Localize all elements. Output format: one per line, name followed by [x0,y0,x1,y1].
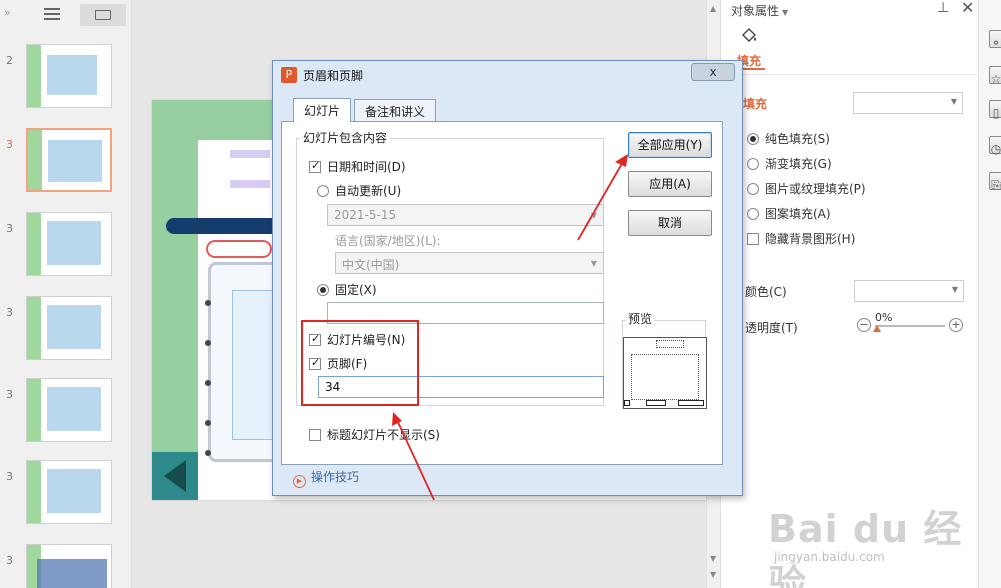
radio-gradient-fill[interactable]: 渐变填充(G) [747,155,832,173]
dialog-titlebar[interactable]: P 页眉和页脚 x [273,61,742,89]
transparency-slider[interactable] [875,325,945,327]
app-logo-icon: P [281,67,297,83]
radio-solid-fill[interactable]: 纯色填充(S) [747,130,830,148]
previous-arrow-shape [164,460,186,492]
chevron-down-icon: ▼ [950,97,957,106]
apply-button[interactable]: 应用(A) [628,171,712,197]
slide-thumbnail[interactable]: 3 [0,460,132,532]
color-select[interactable]: ▼ [854,280,964,302]
panel-title[interactable]: 对象属性 ▼ [731,2,788,19]
next-page-icon[interactable]: ▼ [710,570,716,579]
color-label: 颜色(C) [745,285,787,299]
highlight-box [301,320,419,406]
tab-notes-handouts[interactable]: 备注和讲义 [354,99,437,121]
share-icon[interactable]: ⎘ [989,172,1001,192]
close-icon[interactable]: ✕ [961,0,974,17]
language-select[interactable]: 中文(中国) ▼ [335,252,604,274]
thumbnail-view-button[interactable] [80,4,126,26]
slide-thumbnail[interactable]: 2 [0,44,132,116]
header-footer-dialog: P 页眉和页脚 x 幻灯片 备注和讲义 幻灯片包含内容 日期和时间(D) 自动更… [272,60,743,496]
slide-thumbnail-pane: » 2 3 3 3 3 3 3 [0,0,132,588]
slide-number: 3 [6,470,13,483]
thumbnail-view-icon [95,10,111,20]
fill-section-title: 填充 [743,97,768,111]
dialog-body: 幻灯片 备注和讲义 幻灯片包含内容 日期和时间(D) 自动更新(U) 2021-… [281,93,734,489]
preview-page [623,337,707,409]
slide-thumbnail-image [26,544,112,588]
slide-thumbnail[interactable]: 3 [0,296,132,368]
watermark-logo: Bai du 经验 [768,507,963,588]
slide-number: 3 [6,554,13,567]
cancel-button[interactable]: 取消 [628,210,712,236]
scroll-up-icon[interactable]: ▲ [710,4,716,13]
collapse-pane-icon[interactable]: » [4,6,11,19]
chevron-down-icon: ▼ [590,259,597,268]
slide-thumbnail-image [26,378,112,442]
hide-on-title-slide-checkbox[interactable]: 标题幻灯片不显示(S) [309,426,440,443]
close-button[interactable]: x [691,63,735,81]
properties-icon[interactable]: ⚬ [989,30,1001,50]
transparency-value: 0% [875,311,893,324]
radio-picture-fill[interactable]: 图片或纹理填充(P) [747,180,866,198]
slide-number: 3 [6,138,13,151]
tab-panel: 幻灯片包含内容 日期和时间(D) 自动更新(U) 2021-5-15▼ 语言(国… [281,121,723,465]
auto-update-radio[interactable]: 自动更新(U) [317,182,401,199]
date-format-select[interactable]: 2021-5-15 ▼ [327,204,604,226]
dialog-title: 页眉和页脚 [303,69,364,83]
slide-thumbnail[interactable]: 3 [0,378,132,450]
slide-thumbnail[interactable]: 3 [0,212,132,284]
apply-all-button[interactable]: 全部应用(Y) [628,132,712,158]
tips-link[interactable]: ▶ 操作技巧 [293,468,359,488]
preview-number-box [678,400,704,406]
watermark-url: jingyan.baidu.com [774,550,885,564]
transparency-slider-handle[interactable] [873,325,881,332]
transparency-decrease-button[interactable]: − [857,318,871,332]
fixed-radio[interactable]: 固定(X) [317,281,377,298]
slide-thumbnail-image [26,44,112,108]
pin-icon[interactable]: ⊥ [937,0,949,16]
tab-slide[interactable]: 幻灯片 [293,98,352,122]
preview-frame [622,320,707,409]
transparency-label: 透明度(T) [745,321,798,335]
chevron-down-icon: ▼ [590,211,597,220]
slide-thumbnail-image [26,460,112,524]
language-label: 语言(国家/地区)(L): [335,234,441,248]
radio-pattern-fill[interactable]: 图案填充(A) [747,205,831,223]
fill-type-select[interactable]: ▼ [853,92,963,114]
outline-view-icon[interactable] [44,8,60,22]
slide-thumbnail-image [26,128,112,192]
chevron-down-icon: ▼ [951,285,958,294]
thumbnail-pane-toolbar: » [0,0,132,30]
transparency-increase-button[interactable]: + [949,318,963,332]
slide-number: 3 [6,306,13,319]
hide-background-checkbox[interactable]: 隐藏背景图形(H) [747,230,855,248]
animation-icon[interactable]: ☆ [989,66,1001,86]
fill-bucket-icon[interactable] [739,26,759,46]
chevron-down-icon: ▼ [782,8,789,17]
baidu-watermark: Bai du 经验 jingyan.baidu.com [756,490,996,588]
play-icon: ▶ [293,475,306,488]
slide-thumbnail-image [26,296,112,360]
preview-date-box [624,400,630,406]
slide-number: 2 [6,54,13,67]
group-title: 幻灯片包含内容 [300,129,391,146]
slide-thumbnail-image [26,212,112,276]
preview-footer-box [646,400,666,406]
slide-number: 3 [6,222,13,235]
preview-label: 预览 [626,310,655,327]
time-icon[interactable]: ◷ [989,136,1001,156]
slide-number: 3 [6,388,13,401]
slide-thumbnail[interactable]: 3 [0,544,132,588]
slide-thumbnail[interactable]: 3 [0,128,132,200]
date-time-checkbox[interactable]: 日期和时间(D) [309,158,406,175]
design-icon[interactable]: ▯ [989,100,1001,120]
scroll-down-icon[interactable]: ▼ [710,554,716,563]
